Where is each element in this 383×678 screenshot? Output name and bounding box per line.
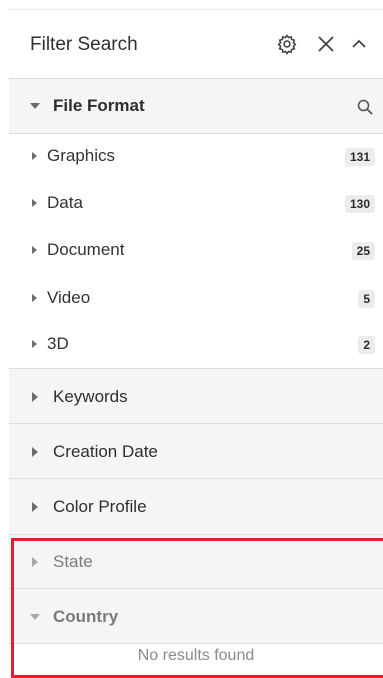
caret-right-icon — [32, 557, 38, 567]
list-item-video[interactable]: Video 5 — [9, 276, 383, 322]
count-badge: 131 — [344, 148, 375, 166]
section-state[interactable]: State — [9, 534, 383, 589]
list-item-data[interactable]: Data 130 — [9, 181, 383, 227]
caret-right-icon — [32, 294, 37, 302]
count-badge: 130 — [344, 195, 375, 213]
section-label: Color Profile — [53, 497, 147, 516]
count-badge: 25 — [351, 242, 375, 260]
section-country[interactable]: Country — [9, 588, 383, 644]
caret-right-icon — [32, 392, 38, 402]
section-label: Creation Date — [53, 442, 158, 461]
section-label: Country — [53, 607, 119, 626]
caret-right-icon — [32, 152, 37, 160]
section-color-profile[interactable]: Color Profile — [9, 478, 383, 535]
gear-icon[interactable] — [276, 33, 298, 55]
country-empty-state: No results found — [137, 647, 255, 664]
search-icon[interactable] — [354, 96, 376, 118]
caret-right-icon — [32, 246, 37, 254]
section-keywords[interactable]: Keywords — [9, 368, 383, 424]
section-label: Keywords — [53, 387, 128, 406]
count-badge: 2 — [358, 336, 375, 354]
section-file-format[interactable]: File Format — [9, 78, 383, 134]
item-label: Document — [47, 240, 125, 259]
filter-search-panel: Filter Search File Format Graphics 131 D… — [9, 0, 383, 664]
caret-down-icon — [30, 614, 40, 620]
panel-header: Filter Search — [9, 10, 383, 78]
caret-right-icon — [32, 199, 37, 207]
list-item-3d[interactable]: 3D 2 — [9, 322, 383, 368]
caret-right-icon — [32, 340, 37, 348]
list-item-document[interactable]: Document 25 — [9, 228, 383, 274]
count-badge: 5 — [358, 290, 375, 308]
item-label: Data — [47, 193, 83, 212]
item-label: Graphics — [47, 146, 116, 165]
list-item-graphics[interactable]: Graphics 131 — [9, 134, 383, 180]
chevron-up-icon[interactable] — [348, 33, 370, 55]
section-label: State — [53, 552, 93, 571]
item-label: 3D — [47, 334, 69, 353]
caret-right-icon — [32, 502, 38, 512]
section-label: File Format — [53, 96, 145, 115]
panel-title: Filter Search — [30, 34, 138, 55]
caret-down-icon — [30, 103, 40, 109]
close-icon[interactable] — [315, 33, 337, 55]
item-label: Video — [47, 288, 91, 307]
caret-right-icon — [32, 447, 38, 457]
section-creation-date[interactable]: Creation Date — [9, 423, 383, 479]
